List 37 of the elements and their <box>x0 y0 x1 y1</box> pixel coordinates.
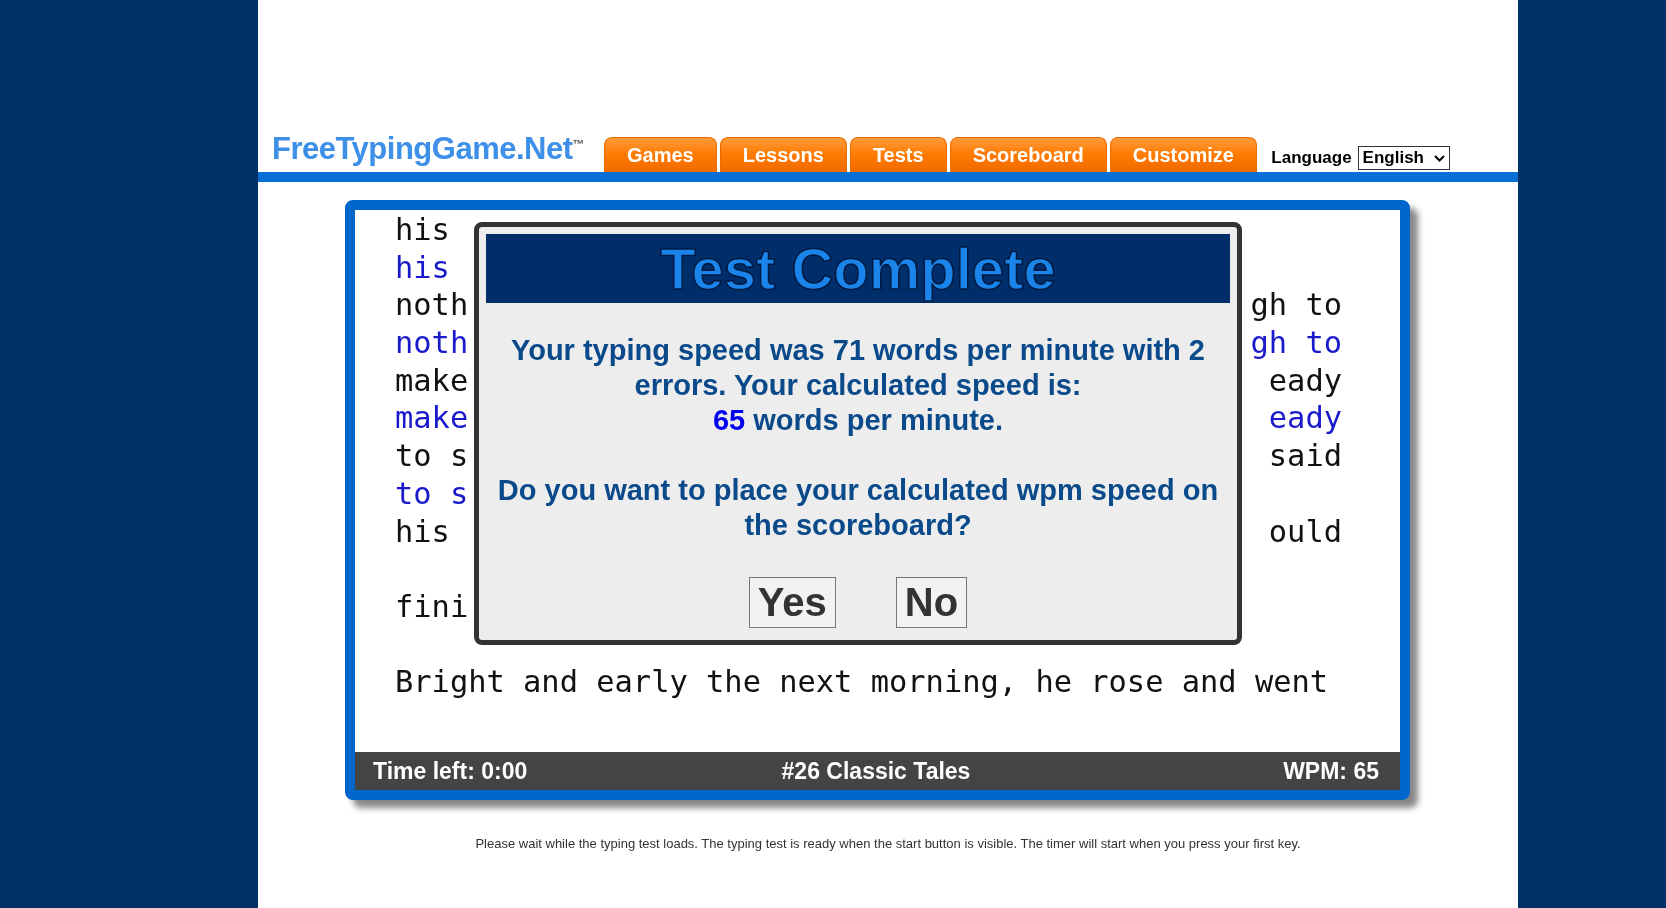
loading-note: Please wait while the typing test loads. The typing test is ready when the start button is visible. The timer will start when you press your first key. <box>475 836 1301 851</box>
typed-text-line: make <box>395 399 469 438</box>
dialog-title: Test Complete <box>660 235 1056 302</box>
typed-text-line: to s <box>395 474 469 513</box>
text-line: Bright and early the next morning, he rose and went <box>395 663 1329 701</box>
calculated-score: 65 <box>712 404 746 436</box>
score-unit: words per minute. <box>753 404 1004 436</box>
wpm-reading: WPM: 65 <box>1282 757 1379 785</box>
typed-text-line: gh to <box>1250 324 1342 362</box>
text-line: his <box>395 512 450 551</box>
typed-text-line: noth <box>395 324 469 362</box>
nav-tab[interactable]: Tests <box>849 137 947 172</box>
text-line: to s <box>395 437 469 475</box>
test-title: #26 Classic Tales <box>780 757 972 785</box>
dialog-button[interactable]: Yes <box>748 577 836 628</box>
chevron-icon <box>1434 154 1445 162</box>
nav-tab[interactable]: Games <box>604 137 717 172</box>
text-line: said <box>1268 437 1342 475</box>
nav-tab[interactable]: Customize <box>1109 137 1257 172</box>
text-line: gh to <box>1250 286 1342 325</box>
dialog-button[interactable]: No <box>895 577 968 628</box>
result-message: Your typing speed was 71 words per minute with 2 errors. Your calculated speed is: <box>511 334 1205 401</box>
language-dropdown[interactable]: English <box>1357 146 1450 170</box>
scoreboard-question: Do you want to place your calculated wpm speed on the scoreboard? <box>496 473 1220 543</box>
nav-tab[interactable]: Scoreboard <box>949 137 1107 172</box>
text-line: noth <box>395 286 469 325</box>
typed-text-line: eady <box>1268 399 1342 438</box>
text-line: fini <box>395 587 469 626</box>
text-line: ould <box>1268 512 1342 551</box>
site-logo[interactable]: FreeTypingGame.Net$^{™}$ <box>272 131 584 167</box>
nav-tab[interactable]: Lessons <box>719 137 847 172</box>
text-line: make <box>395 361 469 400</box>
text-line: his <box>395 211 450 249</box>
language-label: Language <box>1271 148 1352 168</box>
typed-text-line: his <box>395 248 450 287</box>
time-left: Time left: 0:00 <box>373 757 529 785</box>
text-line: eady <box>1268 361 1342 400</box>
